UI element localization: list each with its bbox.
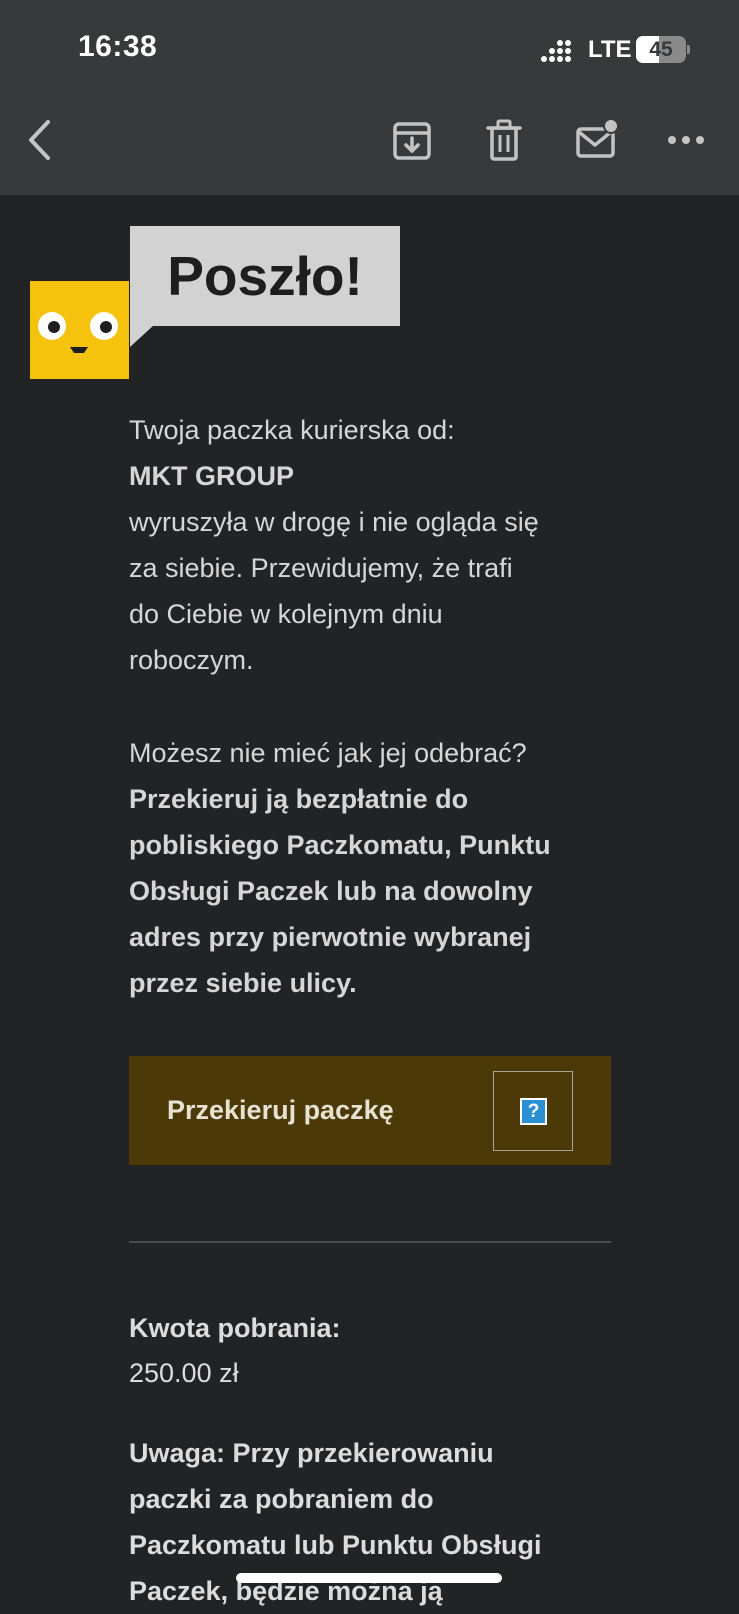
message-line: do Ciebie w kolejnym dniu [129, 599, 443, 629]
top-toolbar: 16:38 LTE 45 [0, 0, 739, 195]
redirect-line: Obsługi Paczek lub na dowolny [129, 876, 533, 906]
speech-bubble-tail [130, 325, 154, 347]
redirect-line: adres przy pierwotnie wybranej [129, 922, 532, 952]
warning-note: Uwaga: Przy przekierowaniu paczki za pob… [129, 1430, 619, 1614]
redirect-paragraph: Możesz nie mieć jak jej odebrać? Przekie… [129, 730, 629, 1006]
archive-icon[interactable] [392, 118, 432, 162]
battery-icon: 45 [636, 36, 690, 63]
question-line: Możesz nie mieć jak jej odebrać? [129, 738, 527, 768]
shipment-paragraph: Twoja paczka kurierska od: MKT GROUP wyr… [129, 407, 629, 683]
divider [129, 1241, 611, 1243]
battery-body: 45 [636, 36, 686, 63]
headline: Poszło! [167, 245, 363, 307]
battery-nub [687, 45, 690, 54]
message-line: wyruszyła w drogę i nie ogląda się [129, 507, 539, 537]
status-time: 16:38 [78, 30, 158, 63]
more-icon[interactable] [666, 118, 706, 162]
email-body: Poszło! Twoja paczka kurierska od: MKT G… [0, 195, 739, 1606]
message-line: roboczym. [129, 645, 254, 675]
redirect-line: przez siebie ulicy. [129, 968, 357, 998]
mascot-logo [30, 281, 129, 379]
signal-icon [541, 40, 571, 62]
mark-unread-icon[interactable] [575, 118, 619, 162]
back-icon[interactable] [24, 118, 56, 162]
message-line: za siebie. Przewidujemy, że trafi [129, 553, 513, 583]
battery-level: 45 [649, 38, 673, 61]
note-line: paczki za pobraniem do [129, 1484, 434, 1514]
intro-line: Twoja paczka kurierska od: [129, 415, 455, 445]
home-indicator[interactable] [236, 1573, 502, 1583]
cod-amount-label: Kwota pobrania: [129, 1313, 341, 1343]
question-mark-icon: ? [520, 1098, 547, 1125]
network-type: LTE [588, 36, 632, 63]
mascot-face-icon [38, 312, 118, 353]
note-line: Paczkomatu lub Punktu Obsługi [129, 1530, 542, 1560]
redirect-line: pobliskiego Paczkomatu, Punktu [129, 830, 551, 860]
sender-name: MKT GROUP [129, 461, 294, 491]
cod-amount-value: 250.00 zł [129, 1358, 239, 1388]
redirect-package-button[interactable]: Przekieruj paczkę ? [129, 1056, 611, 1165]
trash-icon[interactable] [486, 118, 522, 162]
broken-image-placeholder: ? [493, 1071, 573, 1151]
redirect-line: Przekieruj ją bezpłatnie do [129, 784, 469, 814]
note-line: Uwaga: Przy przekierowaniu [129, 1438, 494, 1468]
redirect-button-label: Przekieruj paczkę [167, 1095, 394, 1125]
